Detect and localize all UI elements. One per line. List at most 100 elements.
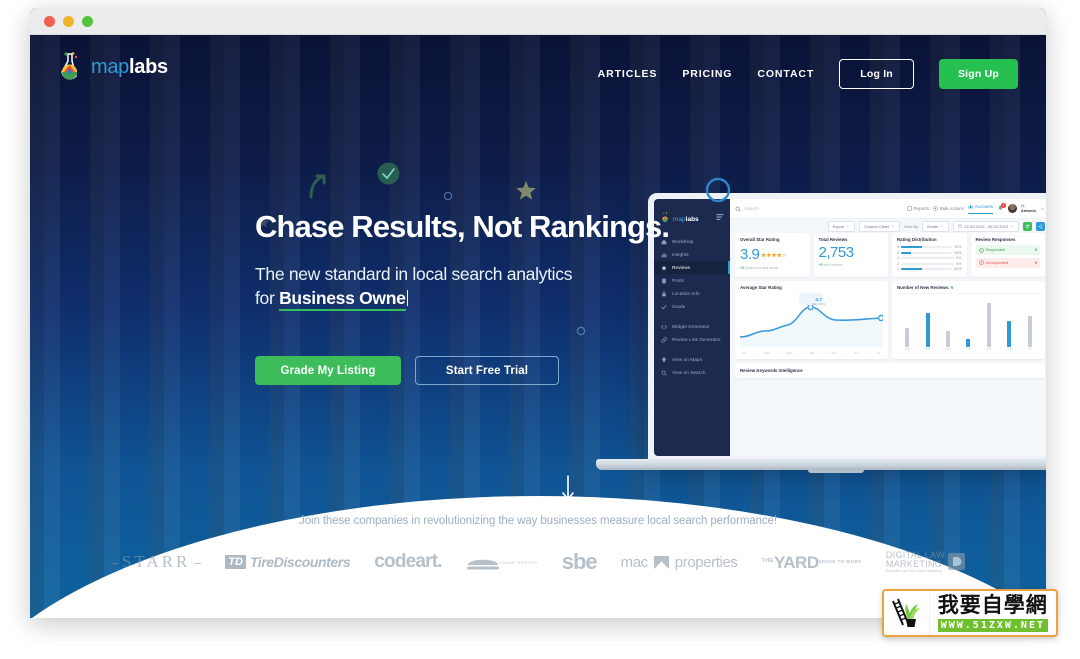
- chevron-down-icon: [1010, 225, 1014, 228]
- chart-average-star-rating: Average Star Rating 3.7 May 2019 JAN FEB…: [735, 280, 888, 359]
- typing-caret: [406, 290, 409, 307]
- topbar-label: Accounts: [974, 203, 993, 209]
- notifications-bell-icon[interactable]: 1: [997, 203, 1006, 213]
- topbar-item-accounts[interactable]: Accounts: [967, 203, 993, 214]
- dashboard-topbar: Search Reports Bulk Actions Accounts 1 H…: [730, 199, 1046, 219]
- x-tick: JUL: [876, 351, 881, 355]
- unresponded-row: Unresponded 5: [975, 257, 1040, 268]
- hero-subtitle-line1: The new standard in local search analyti…: [255, 264, 573, 285]
- dist-stars: 1: [897, 267, 899, 271]
- dashboard-stat-cards: Overall Star Rating 3.9 +2 points from l…: [730, 233, 1046, 281]
- mac-text: mac: [620, 553, 649, 571]
- nav-links: ARTICLES PRICING CONTACT Log In Sign Up: [598, 35, 1018, 113]
- greeting-text: Hi,: [1020, 203, 1026, 208]
- topbar-item-reports[interactable]: Reports: [906, 206, 929, 211]
- check-circle-doodle-icon: [377, 162, 400, 185]
- bar: [1007, 320, 1012, 347]
- logo-starr: – STARR –: [111, 552, 202, 571]
- user-name: Antonio: [1020, 208, 1036, 214]
- nav-link-pricing[interactable]: PRICING: [682, 68, 732, 80]
- dist-percent: 0%: [956, 256, 962, 260]
- chevron-down-icon: [846, 225, 850, 228]
- card-title: Rating Distribution: [897, 237, 937, 242]
- hamburger-menu-icon[interactable]: [716, 213, 724, 221]
- star-rating-stars: [761, 245, 788, 263]
- card-subnote: +5 new reviews: [819, 263, 884, 267]
- hero-section: maplabs ARTICLES PRICING CONTACT Log In …: [30, 35, 1046, 618]
- logo-text-map: map: [91, 55, 130, 78]
- watermark: 我要自學網 WWW.51ZXW.NET: [881, 589, 1058, 637]
- responded-row: Responded 0: [975, 245, 1040, 255]
- avatar[interactable]: [1007, 204, 1017, 213]
- logo-digital-law-marketing: DIGITAL LAW MARKETING Exclusive Law Firm…: [886, 550, 965, 573]
- dist-stars: 3: [897, 256, 899, 260]
- responded-label: Responded: [985, 248, 1005, 252]
- nav-link-contact[interactable]: CONTACT: [757, 68, 814, 80]
- bar: [925, 312, 930, 347]
- umami-text: UMAMI BURGER: [499, 560, 538, 565]
- x-tick: FEB: [764, 351, 770, 355]
- chevron-down-icon[interactable]: [1040, 206, 1045, 211]
- date-range-value: 02.03.2019 - 05.03.2019: [964, 223, 1008, 229]
- dashboard-logo-labs: labs: [685, 216, 699, 223]
- refresh-icon[interactable]: [1023, 221, 1032, 231]
- x-tick: FEB: [924, 347, 930, 351]
- logo-codeart: codeart.: [374, 551, 442, 572]
- notification-count: 1: [1001, 203, 1006, 208]
- client-logos: – STARR – TD TireDiscounters codeart. UM…: [30, 549, 1046, 575]
- x-tick: JUL: [1027, 347, 1033, 351]
- dist-stars: 5: [897, 245, 899, 249]
- arrow-doodle-icon: [309, 174, 326, 199]
- minimize-window-button[interactable]: [63, 15, 74, 27]
- panel-review-keywords-intelligence: Review Keywords Intelligence: [735, 362, 1045, 378]
- dist-stars: 2: [897, 261, 899, 266]
- x-tick: MAY: [986, 347, 993, 351]
- share-icon[interactable]: [1036, 221, 1045, 231]
- dashboard-charts: Average Star Rating 3.7 May 2019 JAN FEB…: [730, 280, 1046, 363]
- laptop-notch: [808, 470, 864, 473]
- bar: [905, 327, 910, 347]
- period-dropdown[interactable]: Month: [922, 220, 950, 232]
- site-logo[interactable]: maplabs: [58, 52, 168, 82]
- hero-subtitle: The new standard in local search analyti…: [255, 262, 675, 312]
- date-range-picker[interactable]: 02.03.2019 - 05.03.2019: [953, 220, 1019, 232]
- nav-link-articles[interactable]: ARTICLES: [598, 68, 658, 80]
- distribution-row: 4 20%: [897, 251, 962, 255]
- watermark-title: 我要自學網: [937, 593, 1048, 618]
- custom-chart-dropdown[interactable]: Custom Chart: [859, 220, 900, 232]
- scroll-down-arrow-icon[interactable]: [561, 475, 575, 501]
- dist-percent: 40%: [954, 267, 962, 271]
- yard-mid: YARD: [773, 552, 819, 572]
- card-overall-star-rating: Overall Star Rating 3.9 +2 points from l…: [735, 233, 810, 277]
- dist-bar: [901, 246, 953, 248]
- x-tick: MAR: [945, 347, 951, 351]
- start-free-trial-button[interactable]: Start Free Trial: [415, 356, 559, 386]
- hero-typed-text: Business Owne: [279, 288, 406, 312]
- chart-title: Number of New Reviews: 5: [897, 285, 1040, 290]
- td-badge: TD: [225, 555, 246, 569]
- bar: [1027, 315, 1032, 347]
- watermark-url: WWW.51ZXW.NET: [937, 618, 1048, 632]
- logo-text-labs: labs: [129, 55, 168, 78]
- card-subnote: +2 points from last month: [740, 266, 805, 270]
- bar-chart-title-value: 5: [950, 284, 954, 290]
- sidebar-label: Review Link Generator: [672, 337, 721, 342]
- signup-button[interactable]: Sign Up: [938, 59, 1018, 89]
- accounts-icon: [968, 204, 973, 208]
- maximize-window-button[interactable]: [82, 15, 93, 27]
- total-reviews-delta: +5: [818, 263, 823, 267]
- unresponded-label: Unresponded: [985, 260, 1009, 265]
- export-dropdown[interactable]: Export: [827, 220, 856, 232]
- maplabs-flask-icon: [61, 52, 78, 80]
- close-window-button[interactable]: [44, 15, 55, 27]
- grade-my-listing-button[interactable]: Grade My Listing: [255, 356, 401, 386]
- dashboard-main: Search Reports Bulk Actions Accounts 1 H…: [730, 199, 1046, 456]
- bar: [986, 302, 991, 347]
- hero-subtitle-line2-prefix: for: [255, 288, 280, 309]
- topbar-item-bulk-actions[interactable]: Bulk Actions: [933, 206, 964, 211]
- dashboard-search[interactable]: Search: [735, 206, 903, 212]
- login-button[interactable]: Log In: [839, 59, 914, 89]
- topbar-label: Bulk Actions: [939, 206, 964, 211]
- hero-copy: Chase Results, Not Rankings. The new sta…: [255, 209, 675, 386]
- alert-circle-icon: [978, 260, 984, 265]
